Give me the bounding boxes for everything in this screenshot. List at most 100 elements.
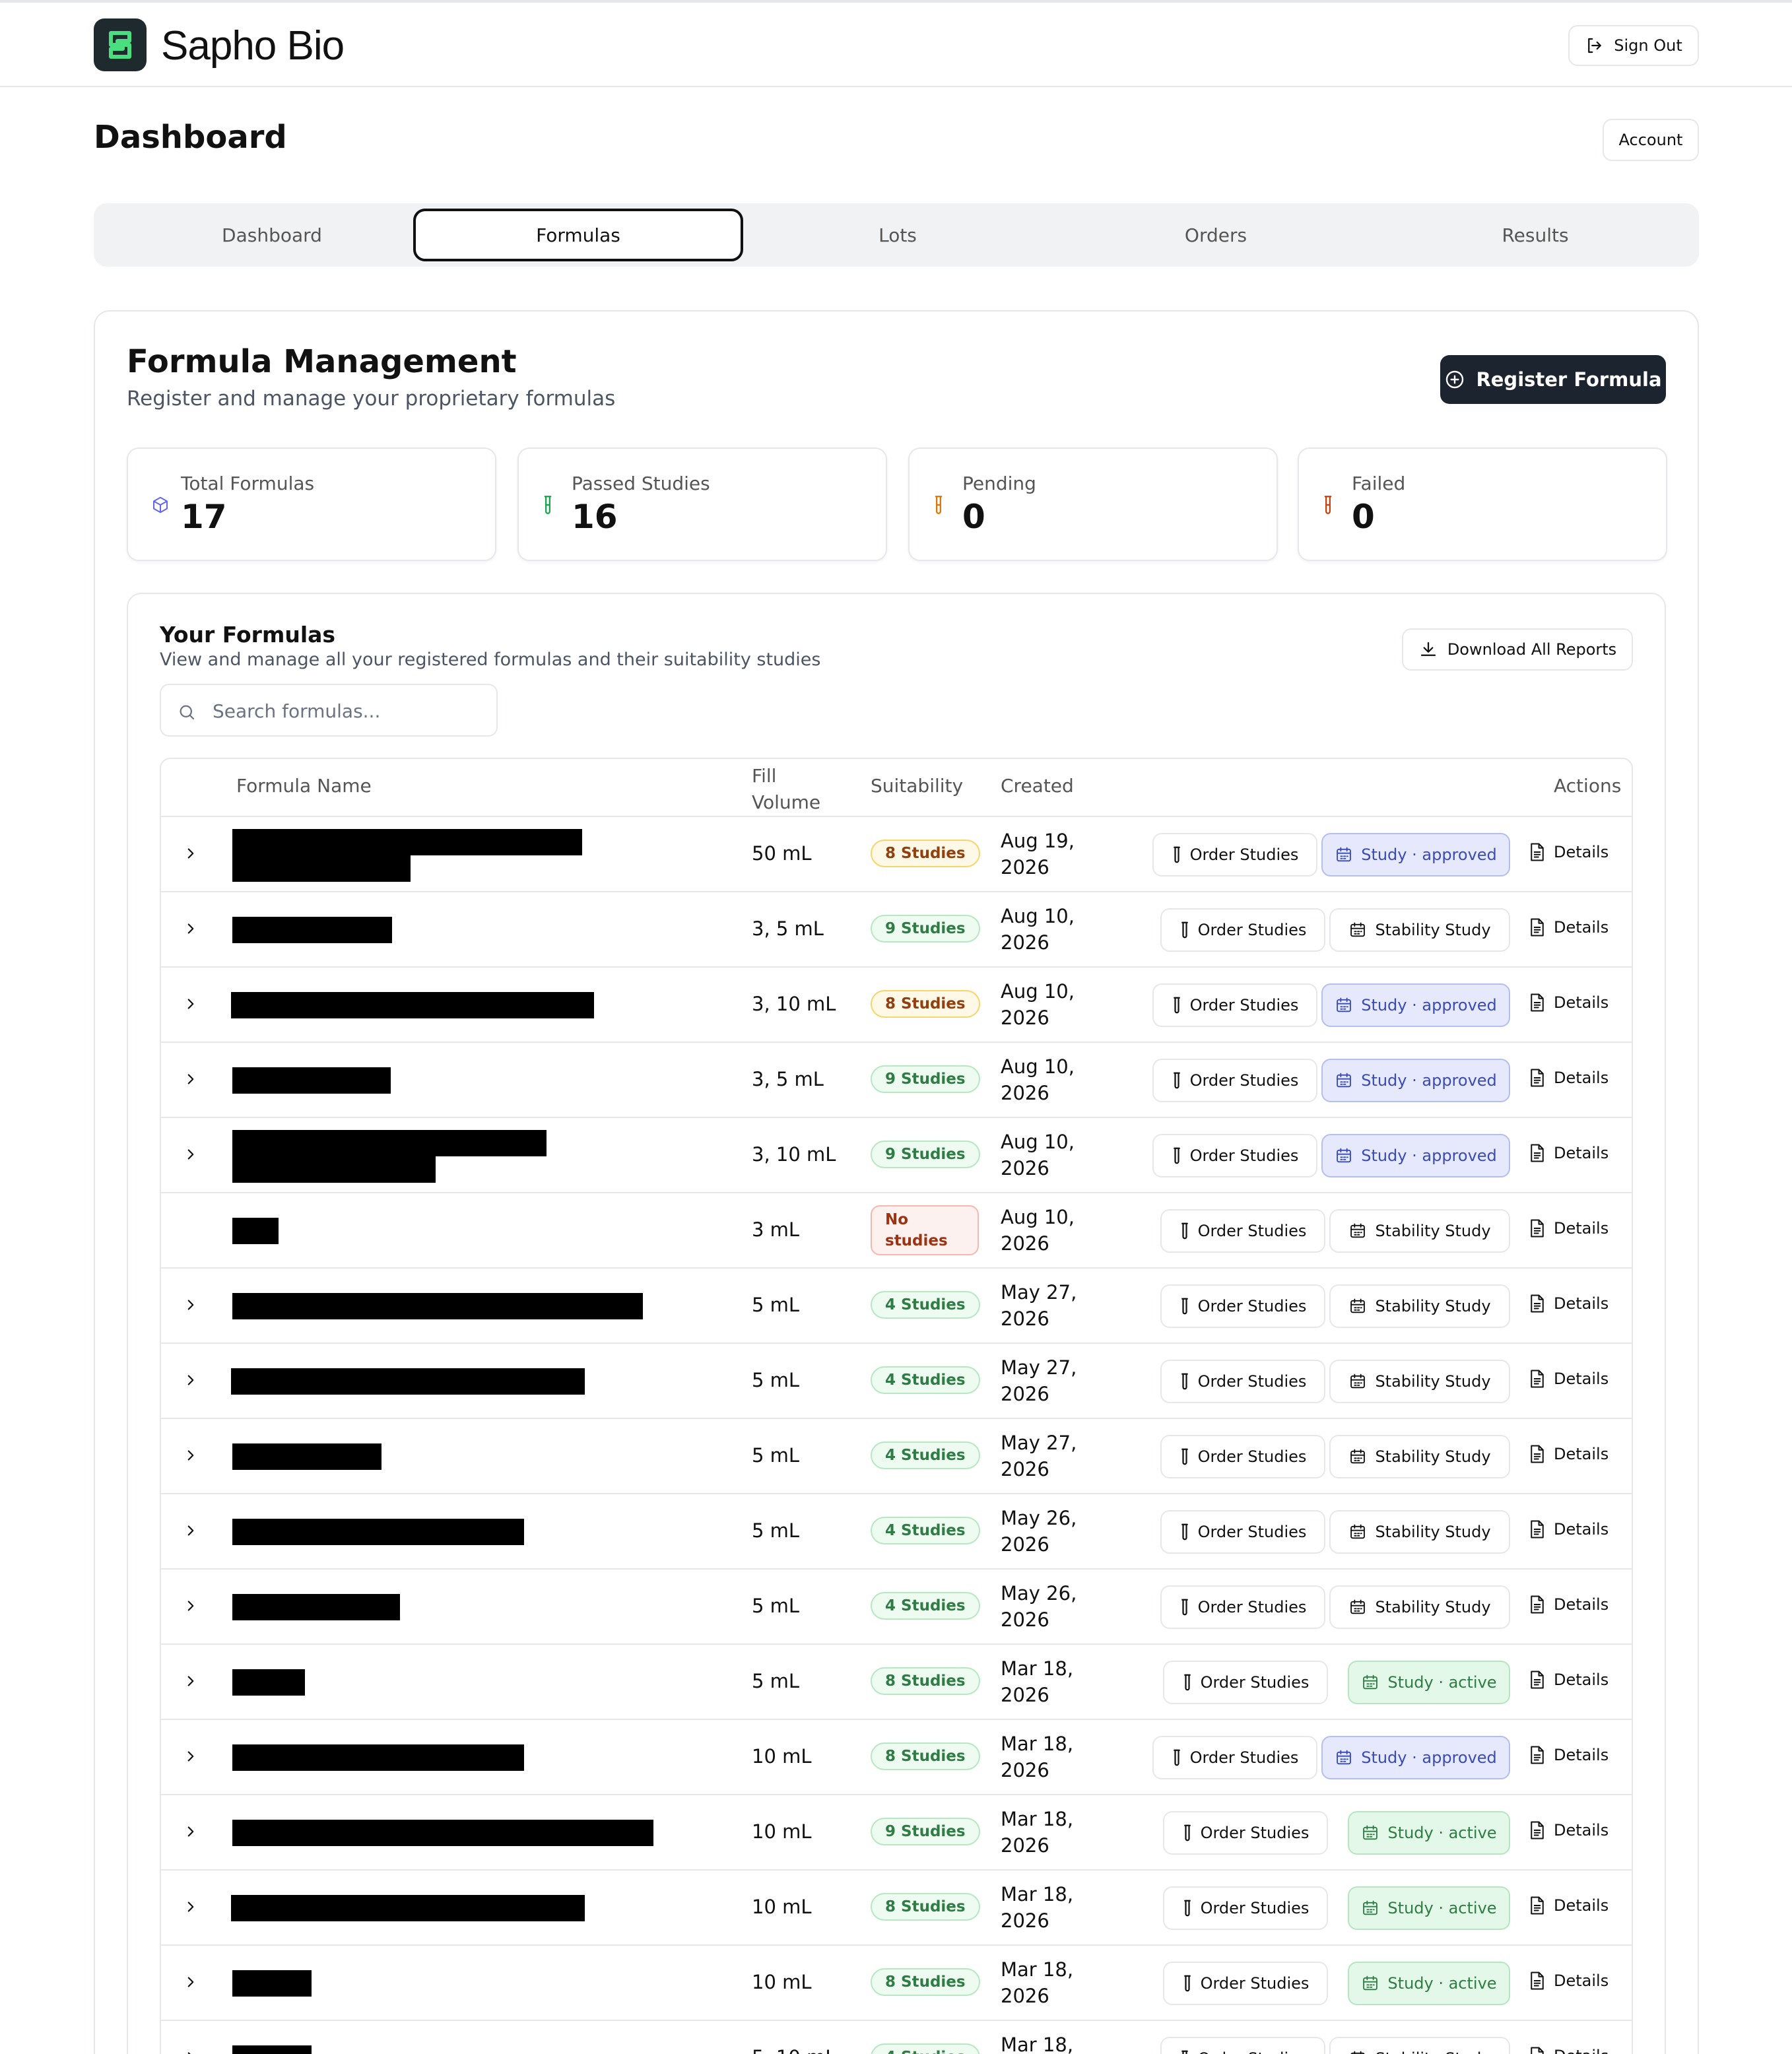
- table-row[interactable]: 5 mL 4 Studies May 26, 2026 Order Studies Sta…: [161, 1494, 1632, 1570]
- details-link[interactable]: Details: [1529, 1143, 1609, 1163]
- stat-label: Total Formulas: [181, 473, 315, 494]
- chevron-right-icon[interactable]: [182, 919, 199, 939]
- order-studies-button[interactable]: Order Studies: [1160, 908, 1325, 952]
- table-row[interactable]: 10 mL 8 Studies Mar 18, 2026 Order Studies St…: [161, 1720, 1632, 1795]
- study-status-button[interactable]: Study · approved: [1321, 1134, 1510, 1177]
- chevron-right-icon[interactable]: [182, 844, 199, 863]
- table-row[interactable]: 5 mL 4 Studies May 27, 2026 Order Studies Sta…: [161, 1419, 1632, 1494]
- details-link[interactable]: Details: [1529, 842, 1609, 862]
- register-formula-button[interactable]: Register Formula: [1440, 355, 1666, 404]
- details-link[interactable]: Details: [1529, 993, 1609, 1012]
- order-studies-button[interactable]: Order Studies: [1163, 1661, 1328, 1704]
- order-studies-button[interactable]: Order Studies: [1152, 983, 1317, 1027]
- column-header-fill-volume[interactable]: Fill Volume: [752, 763, 824, 816]
- table-row[interactable]: 10 mL 9 Studies Mar 18, 2026 Order Studies St…: [161, 1795, 1632, 1871]
- details-link[interactable]: Details: [1529, 1595, 1609, 1614]
- chevron-right-icon[interactable]: [182, 1897, 199, 1917]
- download-all-reports-button[interactable]: Download All Reports: [1402, 628, 1633, 671]
- order-studies-button[interactable]: Order Studies: [1152, 1059, 1317, 1102]
- chevron-right-icon[interactable]: [182, 1596, 199, 1616]
- tab-results[interactable]: Results: [1370, 209, 1700, 261]
- stability-study-button[interactable]: Stability Study: [1329, 908, 1510, 952]
- study-status-button[interactable]: Study · approved: [1321, 833, 1510, 877]
- details-link[interactable]: Details: [1529, 1519, 1609, 1539]
- table-row[interactable]: 3, 5 mL 9 Studies Aug 10, 2026 Order Studies…: [161, 892, 1632, 968]
- chevron-right-icon[interactable]: [182, 1069, 199, 1089]
- order-studies-button[interactable]: Order Studies: [1160, 1435, 1325, 1478]
- chevron-right-icon[interactable]: [182, 1746, 199, 1766]
- details-link[interactable]: Details: [1529, 917, 1609, 937]
- details-link[interactable]: Details: [1529, 1745, 1609, 1765]
- column-header-formula-name[interactable]: Formula Name: [236, 775, 372, 797]
- table-row[interactable]: 5 mL 4 Studies May 27, 2026 Order Studies Sta…: [161, 1344, 1632, 1419]
- column-header-suitability[interactable]: Suitability: [871, 775, 963, 797]
- details-link[interactable]: Details: [1529, 1820, 1609, 1840]
- study-status-button[interactable]: Study · approved: [1321, 983, 1510, 1027]
- table-row[interactable]: 10 mL 8 Studies Mar 18, 2026 Order Studies St…: [161, 1871, 1632, 1946]
- details-link[interactable]: Details: [1529, 1971, 1609, 1991]
- table-row[interactable]: 5 mL 4 Studies May 27, 2026 Order Studies Sta…: [161, 1269, 1632, 1344]
- chevron-right-icon[interactable]: [182, 1295, 199, 1315]
- order-studies-button[interactable]: Order Studies: [1152, 833, 1317, 877]
- chevron-right-icon[interactable]: [182, 1972, 199, 1992]
- details-link[interactable]: Details: [1529, 1670, 1609, 1690]
- details-link[interactable]: Details: [1529, 1896, 1609, 1915]
- order-studies-button[interactable]: Order Studies: [1163, 1886, 1328, 1930]
- search-input[interactable]: [213, 696, 490, 726]
- chevron-right-icon[interactable]: [182, 1521, 199, 1540]
- stability-study-button[interactable]: Stability Study: [1329, 1209, 1510, 1253]
- chevron-right-icon[interactable]: [182, 1144, 199, 1164]
- chevron-right-icon[interactable]: [182, 1822, 199, 1841]
- study-status-button[interactable]: Study · approved: [1321, 1059, 1510, 1102]
- order-studies-button[interactable]: Order Studies: [1163, 1811, 1328, 1855]
- stability-study-button[interactable]: Stability Study: [1329, 1284, 1510, 1328]
- details-link[interactable]: Details: [1529, 1294, 1609, 1313]
- sign-out-button[interactable]: Sign Out: [1568, 25, 1699, 66]
- table-row[interactable]: 5 mL 4 Studies May 26, 2026 Order Studies Sta…: [161, 1570, 1632, 1645]
- chevron-right-icon[interactable]: [182, 1671, 199, 1691]
- details-link[interactable]: Details: [1529, 1218, 1609, 1238]
- stability-study-button[interactable]: Stability Study: [1329, 1435, 1510, 1478]
- order-studies-button[interactable]: Order Studies: [1152, 1134, 1317, 1177]
- study-status-button[interactable]: Study · approved: [1321, 1736, 1510, 1779]
- details-link[interactable]: Details: [1529, 1068, 1609, 1088]
- study-status-button[interactable]: Study · active: [1348, 1811, 1510, 1855]
- study-status-button[interactable]: Study · active: [1348, 1962, 1510, 2005]
- table-row[interactable]: 3, 10 mL 8 Studies Aug 10, 2026 Order Studie…: [161, 968, 1632, 1043]
- table-row[interactable]: 5 mL 8 Studies Mar 18, 2026 Order Studies Stu…: [161, 1645, 1632, 1720]
- tab-orders[interactable]: Orders: [1051, 209, 1381, 261]
- chevron-right-icon[interactable]: [182, 2047, 199, 2054]
- order-studies-button[interactable]: Order Studies: [1160, 2037, 1325, 2054]
- stability-study-button[interactable]: Stability Study: [1329, 1585, 1510, 1629]
- order-studies-button[interactable]: Order Studies: [1160, 1360, 1325, 1403]
- details-link[interactable]: Details: [1529, 1369, 1609, 1389]
- order-studies-button[interactable]: Order Studies: [1152, 1736, 1317, 1779]
- tab-dashboard[interactable]: Dashboard: [107, 209, 437, 261]
- chevron-right-icon[interactable]: [182, 994, 199, 1014]
- chevron-right-icon[interactable]: [182, 1445, 199, 1465]
- study-status-button[interactable]: Study · active: [1348, 1661, 1510, 1704]
- study-status-button[interactable]: Study · active: [1348, 1886, 1510, 1930]
- chevron-right-icon[interactable]: [182, 1370, 199, 1390]
- details-link[interactable]: Details: [1529, 1444, 1609, 1464]
- table-row[interactable]: 10 mL 8 Studies Mar 18, 2026 Order Studies St…: [161, 1946, 1632, 2021]
- account-button[interactable]: Account: [1603, 119, 1699, 161]
- order-studies-button[interactable]: Order Studies: [1160, 1284, 1325, 1328]
- study-label: Study · approved: [1361, 996, 1497, 1014]
- order-studies-button[interactable]: Order Studies: [1160, 1510, 1325, 1554]
- tab-formulas[interactable]: Formulas: [413, 209, 743, 261]
- order-studies-button[interactable]: Order Studies: [1160, 1585, 1325, 1629]
- table-row[interactable]: 50 mL 8 Studies Aug 19, 2026 Order Studies St…: [161, 817, 1632, 892]
- column-header-created[interactable]: Created: [1001, 775, 1074, 797]
- stability-study-button[interactable]: Stability Study: [1329, 2037, 1510, 2054]
- stability-study-button[interactable]: Stability Study: [1329, 1360, 1510, 1403]
- stability-study-button[interactable]: Stability Study: [1329, 1510, 1510, 1554]
- details-link[interactable]: Details: [1529, 2046, 1609, 2054]
- table-row[interactable]: 3, 10 mL 9 Studies Aug 10, 2026 Order Studie…: [161, 1118, 1632, 1193]
- tab-lots[interactable]: Lots: [733, 209, 1063, 261]
- table-row[interactable]: 3, 5 mL 9 Studies Aug 10, 2026 Order Studies…: [161, 1043, 1632, 1118]
- table-row[interactable]: 3 mL No studies Aug 10, 2026 Order Studies St…: [161, 1193, 1632, 1269]
- order-studies-button[interactable]: Order Studies: [1160, 1209, 1325, 1253]
- table-row[interactable]: 5, 10 mL 4 Studies Mar 18,2026 Order Studie…: [161, 2021, 1632, 2054]
- order-studies-button[interactable]: Order Studies: [1163, 1962, 1328, 2005]
